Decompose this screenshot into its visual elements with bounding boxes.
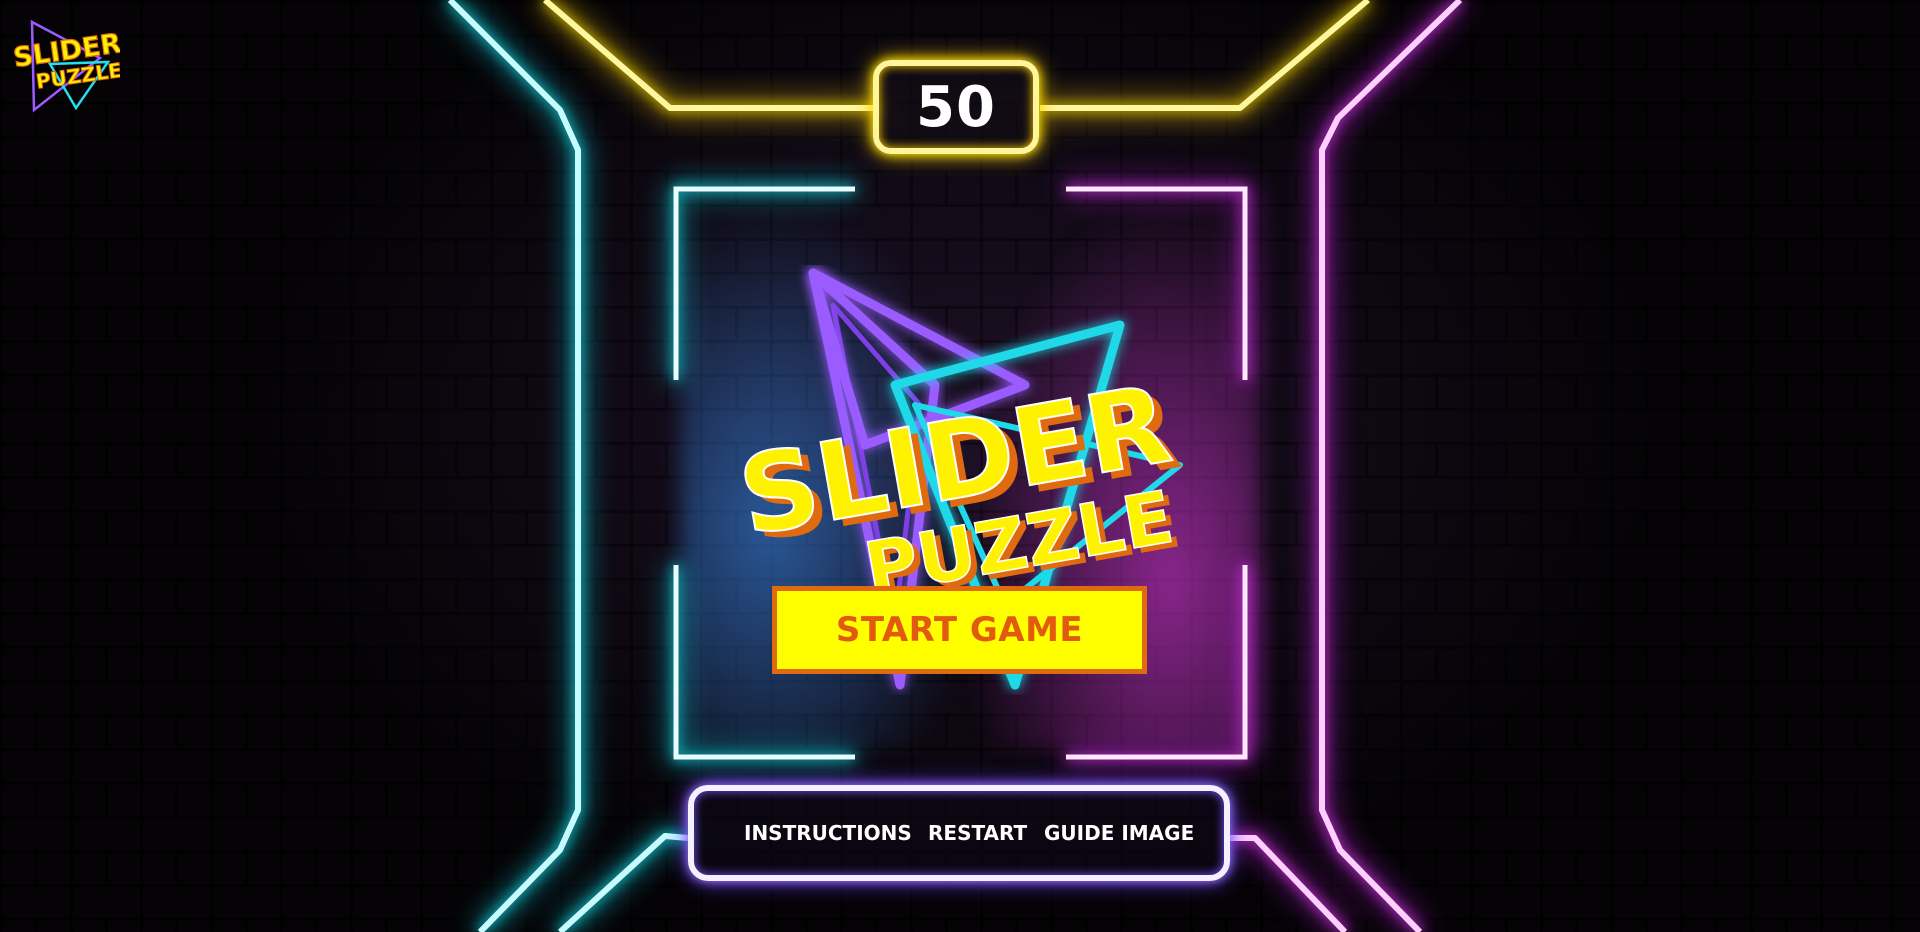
start-game-label: START GAME xyxy=(835,610,1084,650)
restart-button[interactable]: RESTART xyxy=(928,821,1027,845)
start-game-button[interactable]: START GAME xyxy=(772,586,1147,674)
neon-cyan-left-line xyxy=(447,0,689,932)
neon-magenta-right-line xyxy=(1230,0,1463,932)
move-counter-value: 50 xyxy=(916,74,996,140)
instructions-button[interactable]: INSTRUCTIONS xyxy=(744,821,912,845)
brand-logo-icon: SLIDER PUZZLE xyxy=(11,19,120,113)
move-counter: 50 xyxy=(873,60,1039,154)
guide-image-button[interactable]: GUIDE IMAGE xyxy=(1044,821,1194,845)
game-screen: SLIDER PUZZLE 50 SLIDER SLIDER PUZZLE PU… xyxy=(0,0,1920,932)
menu-bar: INSTRUCTIONS RESTART GUIDE IMAGE xyxy=(688,785,1230,881)
